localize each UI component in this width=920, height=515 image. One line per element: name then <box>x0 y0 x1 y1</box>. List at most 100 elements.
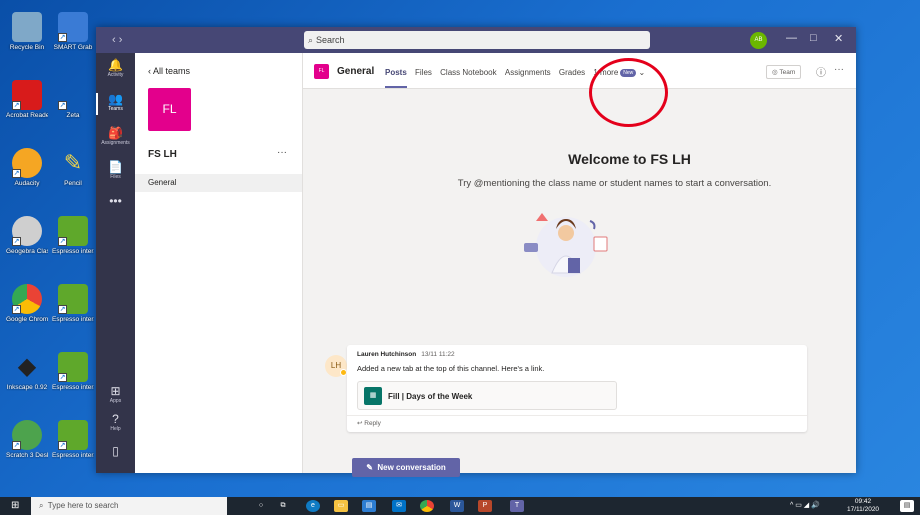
apps-icon: ⊞ <box>110 384 121 398</box>
file-icon: 📄 <box>108 160 123 174</box>
chrome-icon: ↗ <box>12 284 42 314</box>
rail-label: Files <box>110 174 121 180</box>
rail-label: Assignments <box>101 140 130 146</box>
inkscape-icon: ◆ <box>17 353 37 380</box>
rail-item-apps[interactable]: ⊞ Apps <box>96 384 135 405</box>
clock-date: 17/11/2020 <box>847 506 880 513</box>
fill-app-icon: ▦ <box>364 387 382 405</box>
rail-label: Activity <box>107 72 124 78</box>
audacity-icon: ↗ <box>12 148 42 178</box>
search-input[interactable]: ⌕ Search <box>304 31 650 49</box>
all-teams-link[interactable]: ‹ All teams <box>148 66 190 76</box>
file-explorer-icon[interactable]: ▭ <box>334 500 348 512</box>
rail-item-teams[interactable]: 👥 Teams <box>96 93 135 115</box>
rail-item-help[interactable]: ? Help <box>96 413 135 433</box>
desktop-icon-scratch[interactable]: ↗ Scratch 3 Desktop <box>6 420 48 459</box>
desktop-icon-espresso-2[interactable]: ↗ Espresso interactive <box>52 284 94 323</box>
smart-grab-icon: ↗ <box>58 12 88 42</box>
minimize-icon[interactable]: — <box>786 32 797 44</box>
espresso-icon: ↗ <box>58 420 88 450</box>
search-icon: ⌕ <box>39 501 44 510</box>
tab-class-notebook[interactable]: Class Notebook <box>440 68 496 77</box>
welcome-illustration <box>524 213 608 277</box>
post-author: Lauren Hutchinson 13/11 11:22 <box>357 351 455 358</box>
teams-taskbar-icon[interactable]: T <box>510 500 524 512</box>
desktop-icon-espresso-1[interactable]: ↗ Espresso interactive <box>52 216 94 255</box>
teams-pane: ‹ All teams FL FS LH ··· General <box>135 53 303 473</box>
post-author-name: Lauren Hutchinson <box>357 351 417 358</box>
more-options-icon[interactable]: ··· <box>834 64 844 75</box>
task-view-icon[interactable]: ⧉ <box>276 500 290 512</box>
highlight-circle <box>589 58 668 127</box>
phone-icon: ▯ <box>112 444 119 458</box>
nav-arrows[interactable]: ‹ › <box>112 34 122 46</box>
avatar[interactable]: AB <box>750 32 767 49</box>
desktop-icon-audacity[interactable]: ↗ Audacity <box>6 148 48 187</box>
cortana-icon[interactable]: ○ <box>254 500 268 512</box>
rail-label: Teams <box>108 106 123 112</box>
powerpoint-icon[interactable]: P <box>478 500 492 512</box>
welcome-subtitle: Try @mentioning the class name or studen… <box>457 178 772 189</box>
desktop-icon-espresso-3[interactable]: ↗ Espresso interacti... <box>52 352 94 391</box>
chrome-icon[interactable] <box>420 500 434 512</box>
reply-button[interactable]: ↩ Reply <box>347 415 807 430</box>
espresso-icon: ↗ <box>58 352 88 382</box>
store-icon[interactable]: ▤ <box>362 500 376 512</box>
clock[interactable]: 09:42 17/11/2020 <box>847 498 879 514</box>
espresso-icon: ↗ <box>58 284 88 314</box>
edge-icon[interactable]: e <box>306 500 320 512</box>
rail-item-device[interactable]: ▯ <box>96 445 135 458</box>
channel-avatar: FL <box>314 64 329 79</box>
close-icon[interactable]: ✕ <box>834 32 843 45</box>
desktop-icon-pencil[interactable]: ✎ Pencil <box>52 148 94 187</box>
channel-header: FL General Posts Files Class Notebook As… <box>303 53 856 89</box>
rail-label: Help <box>110 426 121 432</box>
tab-assignments[interactable]: Assignments <box>505 68 551 77</box>
recycle-bin-icon <box>12 12 42 42</box>
team-button[interactable]: ◎ Team <box>766 65 802 79</box>
taskbar-search[interactable]: ⌕ Type here to search <box>31 497 227 515</box>
acrobat-icon: ↗ <box>12 80 42 110</box>
desktop-icon-acrobat[interactable]: ↗ Acrobat Reader DC <box>6 80 48 119</box>
mail-icon[interactable]: ✉ <box>392 500 406 512</box>
word-icon[interactable]: W <box>450 500 464 512</box>
new-conversation-label: New conversation <box>377 463 446 472</box>
rail-item-more[interactable]: ••• <box>96 195 135 208</box>
taskbar-search-placeholder: Type here to search <box>47 501 119 510</box>
tab-files[interactable]: Files <box>415 68 432 77</box>
desktop-icon-inkscape[interactable]: ◆ Inkscape 0.92 <box>6 352 48 391</box>
team-more-options[interactable]: ··· <box>277 147 287 158</box>
rail-item-files[interactable]: 📄 Files <box>96 160 135 181</box>
welcome-title: Welcome to FS LH <box>568 151 691 167</box>
backpack-icon: 🎒 <box>108 126 123 140</box>
desktop-icon-geogebra[interactable]: ↗ Geogebra Classic <box>6 216 48 255</box>
teams-window: ‹ › ⌕ Search AB — □ ✕ 🔔 Activity 👥 Teams 🎒 A… <box>96 27 856 477</box>
desktop-icon-smart-grab[interactable]: ↗ SMART Grab <box>52 12 94 51</box>
info-icon[interactable]: ⓘ <box>816 64 826 79</box>
channel-post: Lauren Hutchinson 13/11 11:22 Added a new… <box>347 345 807 432</box>
rail-item-activity[interactable]: 🔔 Activity <box>96 59 135 79</box>
desktop-icon-chrome[interactable]: ↗ Google Chrome <box>6 284 48 323</box>
search-placeholder: Search <box>316 35 345 45</box>
system-tray[interactable]: ^ ▭ ◢ 🔊 <box>790 501 820 509</box>
windows-start-icon[interactable]: ⊞ <box>11 500 19 511</box>
rail-item-assignments[interactable]: 🎒 Assignments <box>96 126 135 147</box>
tab-posts[interactable]: Posts <box>385 68 407 88</box>
new-conversation-button[interactable]: ✎ New conversation <box>352 458 460 477</box>
tab-grades[interactable]: Grades <box>559 68 585 77</box>
post-message: Added a new tab at the top of this chann… <box>357 364 545 373</box>
card-title: Fill | Days of the Week <box>388 392 473 401</box>
search-icon: ⌕ <box>308 35 314 45</box>
maximize-icon[interactable]: □ <box>810 32 817 44</box>
channel-item-general[interactable]: General <box>135 174 302 192</box>
channel-main: FL General Posts Files Class Notebook As… <box>303 53 856 477</box>
desktop-icon-zeta[interactable]: ↗ Zeta <box>52 80 94 119</box>
desktop-icon-espresso-4[interactable]: ↗ Espresso interacti... <box>52 420 94 459</box>
notifications-icon[interactable]: ▤ <box>900 500 914 512</box>
channel-title: General <box>337 66 375 77</box>
more-icon: ••• <box>109 194 122 208</box>
desktop-icon-recycle-bin[interactable]: Recycle Bin <box>6 12 48 51</box>
presence-indicator <box>340 369 347 376</box>
tab-link-card[interactable]: ▦ Fill | Days of the Week <box>357 381 617 410</box>
team-name: FS LH <box>148 149 177 160</box>
